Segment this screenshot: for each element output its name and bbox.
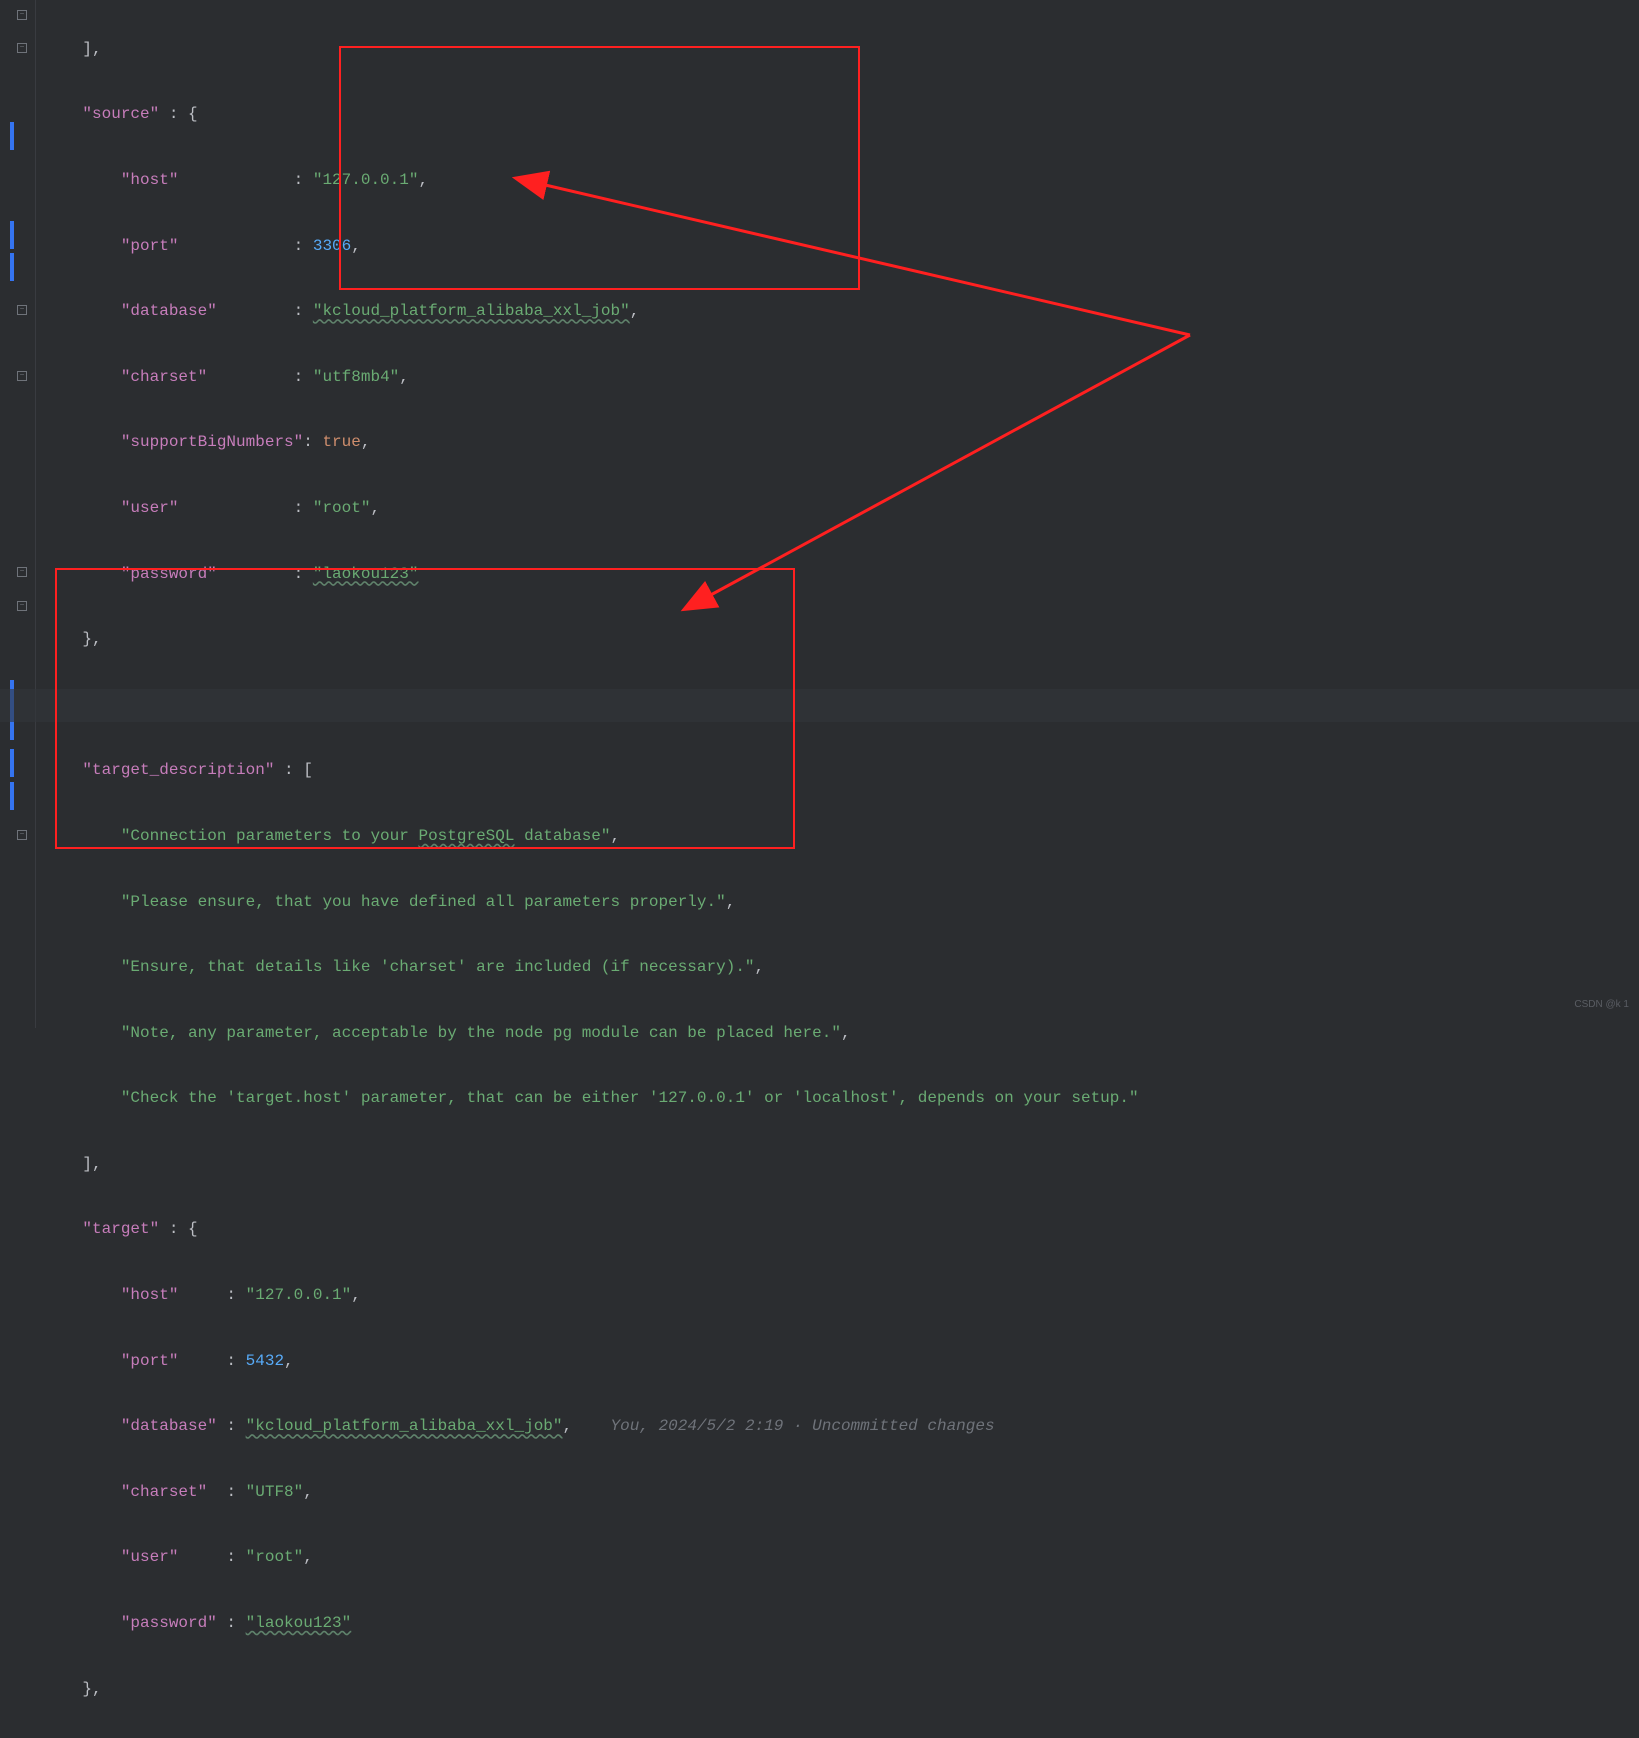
json-key: "user" bbox=[121, 1548, 179, 1566]
json-key-target-description: "target_description" bbox=[82, 761, 274, 779]
json-value: "laokou123" bbox=[313, 565, 419, 583]
fold-marker-icon[interactable]: − bbox=[16, 370, 28, 382]
close-bracket: ], bbox=[82, 1155, 101, 1173]
list-item: "Note, any parameter, acceptable by the … bbox=[44, 1017, 1139, 1050]
watermark: CSDN @k 1 bbox=[1574, 989, 1629, 1022]
json-value: 3306 bbox=[313, 237, 351, 255]
json-key: "charset" bbox=[121, 1483, 207, 1501]
json-key: "port" bbox=[121, 1352, 179, 1370]
editor-gutter: − − − − − − − bbox=[0, 0, 36, 1028]
close-bracket: ], bbox=[82, 40, 101, 58]
fold-marker-icon[interactable]: − bbox=[16, 304, 28, 316]
json-value: "UTF8" bbox=[246, 1483, 304, 1501]
list-item: "Check the 'target.host' parameter, that… bbox=[44, 1082, 1139, 1115]
fold-marker-icon[interactable]: − bbox=[16, 600, 28, 612]
vcs-change-marker[interactable] bbox=[10, 122, 14, 150]
json-key: "user" bbox=[121, 499, 179, 517]
vcs-change-marker[interactable] bbox=[10, 221, 14, 249]
json-key-source: "source" bbox=[82, 105, 159, 123]
json-value: "127.0.0.1" bbox=[313, 171, 419, 189]
fold-marker-icon[interactable]: − bbox=[16, 42, 28, 54]
json-key-target: "target" bbox=[82, 1220, 159, 1238]
vcs-change-marker[interactable] bbox=[10, 253, 14, 281]
list-item: "Connection parameters to your PostgreSQ… bbox=[44, 820, 1139, 853]
close-brace: }, bbox=[82, 630, 101, 648]
json-key: "host" bbox=[121, 1286, 179, 1304]
json-value: "127.0.0.1" bbox=[246, 1286, 352, 1304]
json-key: "host" bbox=[121, 171, 179, 189]
json-value: "kcloud_platform_alibaba_xxl_job" bbox=[246, 1417, 563, 1435]
close-brace: }, bbox=[82, 1680, 101, 1698]
json-key: "database" bbox=[121, 302, 217, 320]
fold-marker-icon[interactable]: − bbox=[16, 566, 28, 578]
vcs-change-marker[interactable] bbox=[10, 782, 14, 810]
json-value: "kcloud_platform_alibaba_xxl_job" bbox=[313, 302, 630, 320]
list-item: "Please ensure, that you have defined al… bbox=[44, 886, 1139, 919]
json-value: "laokou123" bbox=[246, 1614, 352, 1632]
json-key: "database" bbox=[121, 1417, 217, 1435]
json-key: "supportBigNumbers" bbox=[121, 433, 303, 451]
fold-marker-icon[interactable]: − bbox=[16, 829, 28, 841]
git-blame-annotation: You, 2024/5/2 2:19 · Uncommitted changes bbox=[611, 1417, 995, 1435]
json-key: "port" bbox=[121, 237, 179, 255]
json-value: true bbox=[322, 433, 360, 451]
json-value: "utf8mb4" bbox=[313, 368, 399, 386]
fold-marker-icon[interactable]: − bbox=[16, 9, 28, 21]
code-area[interactable]: ], "source" : { "host" : "127.0.0.1", "p… bbox=[44, 0, 1139, 1738]
json-key: "password" bbox=[121, 565, 217, 583]
json-value: "root" bbox=[246, 1548, 304, 1566]
json-key: "password" bbox=[121, 1614, 217, 1632]
json-value: 5432 bbox=[246, 1352, 284, 1370]
list-item: "Ensure, that details like 'charset' are… bbox=[44, 951, 1139, 984]
json-value: "root" bbox=[313, 499, 371, 517]
vcs-change-marker[interactable] bbox=[10, 749, 14, 777]
json-key: "charset" bbox=[121, 368, 207, 386]
